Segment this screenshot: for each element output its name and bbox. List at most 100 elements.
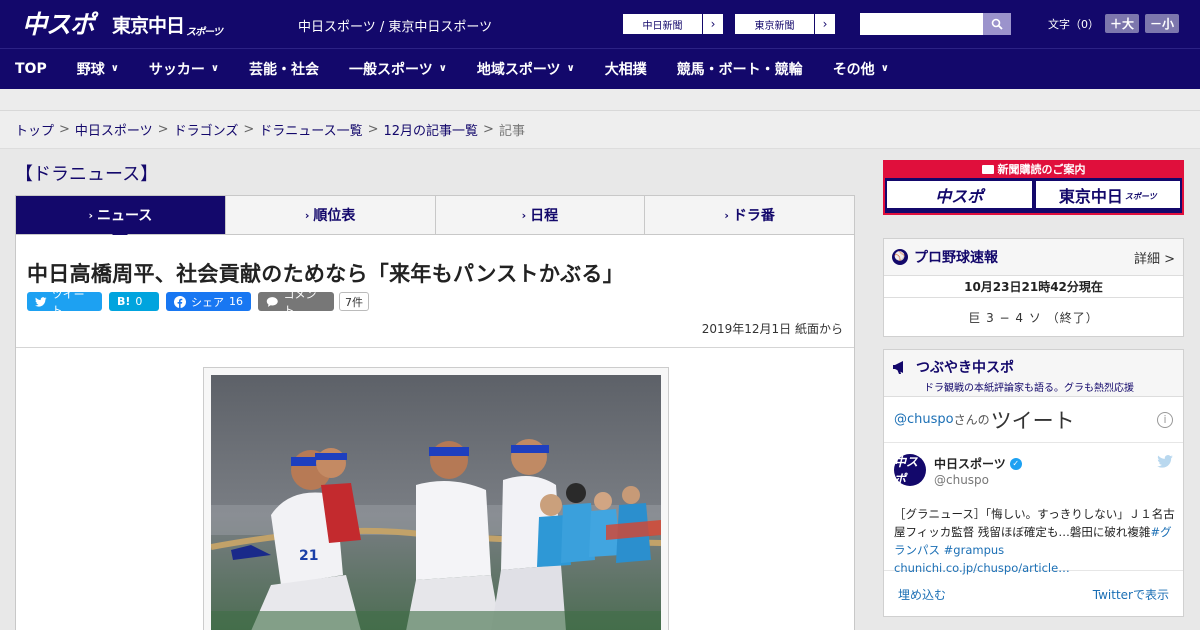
nav-item[interactable]: 野球 ∨: [62, 49, 134, 90]
tweet-author-row: 中日スポーツ ✓: [934, 455, 1022, 472]
font-larger-button[interactable]: ＋大: [1105, 14, 1140, 33]
baseball-updated-time: 10月23日21時42分現在: [884, 276, 1183, 298]
promo-header: 新聞購読のご案内: [885, 160, 1182, 178]
nav-item[interactable]: 一般スポーツ ∨: [334, 49, 462, 90]
tokyo-chunichi-logo[interactable]: 東京中日 スポーツ: [112, 10, 223, 38]
tsubuyaki-header: つぶやき中スポ ドラ観戦の本紙評論家も語る。グラも熱烈応援: [884, 350, 1183, 397]
subscription-promo[interactable]: 新聞購読のご案内 中スポ 東京中日 スポーツ: [883, 160, 1184, 215]
tweet-button[interactable]: ツイート: [27, 288, 102, 317]
article: 中日高橋周平、社会貢献のためなら「来年もパンストかぶる」 ツイート B! 0 シ…: [15, 235, 855, 630]
baseball-detail-link[interactable]: 詳細 >: [1134, 248, 1175, 267]
search-icon: [991, 18, 1003, 30]
nav-item[interactable]: サッカー ∨: [134, 49, 234, 90]
tab-0[interactable]: › ニュース: [16, 196, 226, 242]
nav-item[interactable]: 競馬・ボート・競輪: [662, 49, 818, 90]
comment-label: コメント: [283, 287, 317, 317]
site-header: 中スポ 東京中日 スポーツ 中日スポーツ / 東京中日スポーツ 中日新聞 › 東京…: [0, 0, 1200, 48]
chevron-right-icon: ›: [822, 17, 828, 31]
promo-tokyo-chunichi-text: 東京中日: [1058, 186, 1123, 206]
nav-item[interactable]: TOP: [0, 49, 62, 90]
info-icon[interactable]: i: [1157, 411, 1173, 428]
tokyo-chunichi-logo-small: スポーツ: [186, 27, 223, 38]
megaphone-icon: [893, 361, 903, 374]
twitter-widget: つぶやき中スポ ドラ観戦の本紙評論家も語る。グラも熱烈応援 @chuspo さん…: [883, 349, 1184, 617]
promo-tokyo-chunichi-small: スポーツ: [1124, 192, 1157, 201]
tab-label: ニュース: [96, 208, 153, 224]
ad-band: [0, 89, 1200, 111]
tab-3[interactable]: › ドラ番: [645, 196, 854, 234]
breadcrumb-link[interactable]: 12月の記事一覧: [384, 120, 479, 139]
tweet-author-handle[interactable]: @chuspo: [934, 473, 989, 487]
main-nav: TOP 野球 ∨ サッカー ∨ 芸能・社会 一般スポーツ ∨ 地域スポーツ ∨ 大相撲 競馬・ボート・…: [0, 48, 1200, 89]
divider: [16, 347, 854, 348]
search-input[interactable]: [860, 13, 983, 35]
article-date: 2019年12月1日 紙面から: [701, 322, 843, 336]
breadcrumb-link[interactable]: ドラゴンズ: [174, 120, 239, 139]
chunichi-shimbun-label: 中日新聞: [623, 14, 703, 34]
hatena-bookmark-button[interactable]: B! 0: [109, 292, 159, 311]
tweet-link[interactable]: chunichi.co.jp/chuspo/article…: [894, 561, 1070, 575]
promo-chuspo-logo[interactable]: 中スポ: [887, 181, 1032, 208]
nav-item-label: その他: [832, 62, 875, 78]
tab-label: 日程: [530, 208, 559, 224]
avatar[interactable]: 中スポ: [894, 454, 926, 486]
font-size-control: 文字（0） ＋大 －小: [1048, 14, 1180, 33]
nav-item[interactable]: 大相撲: [590, 49, 662, 90]
comment-bubble-icon: [266, 296, 278, 307]
timeline-handle-suffix: さんの: [953, 413, 990, 427]
chunichi-shimbun-link[interactable]: 中日新聞 ›: [622, 13, 724, 35]
site-names: 中日スポーツ / 東京中日スポーツ: [298, 20, 493, 35]
comment-count: 7件: [339, 292, 369, 311]
tsubuyaki-title-row: つぶやき中スポ: [893, 357, 1174, 377]
breadcrumb-separator: >: [367, 122, 379, 137]
twitter-bird-icon[interactable]: [1157, 455, 1173, 472]
font-smaller-button[interactable]: －小: [1145, 14, 1180, 33]
chevron-down-icon: ∨: [880, 62, 889, 74]
tweet-author-name[interactable]: 中日スポーツ: [934, 455, 1006, 472]
breadcrumb-link[interactable]: ドラニュース一覧: [259, 120, 362, 139]
chevron-down-icon: ∨: [210, 62, 219, 74]
tsubuyaki-subtitle: ドラ観戦の本紙評論家も語る。グラも熱烈応援: [924, 383, 1134, 394]
nav-item[interactable]: その他 ∨: [818, 49, 904, 90]
search-button[interactable]: [983, 13, 1011, 35]
chuspo-logo[interactable]: 中スポ: [22, 7, 95, 39]
breadcrumb-link[interactable]: トップ: [15, 120, 54, 139]
newspaper-icon: [981, 164, 994, 174]
nav-item[interactable]: 地域スポーツ ∨: [462, 49, 590, 90]
tab-2[interactable]: › 日程: [436, 196, 646, 234]
chevron-right-icon: ›: [724, 208, 729, 222]
nav-item[interactable]: 芸能・社会: [234, 49, 334, 90]
embed-link[interactable]: 埋め込む: [898, 586, 946, 603]
svg-text:21: 21: [299, 548, 318, 564]
timeline-footer: 埋め込む Twitterで表示: [884, 571, 1183, 617]
view-on-twitter-link[interactable]: Twitterで表示: [1093, 586, 1169, 603]
promo-tokyo-chunichi-logo[interactable]: 東京中日 スポーツ: [1035, 181, 1180, 208]
baseball-live-title: プロ野球速報: [914, 250, 998, 266]
search-box: [860, 13, 1011, 35]
breadcrumb: トップ > 中日スポーツ > ドラゴンズ > ドラニュース一覧 >12月の記事一覧 > 記事: [0, 111, 1200, 149]
nav-item-label: 野球: [76, 62, 105, 78]
chevron-right-icon: ›: [88, 208, 93, 222]
chevron-down-icon: ∨: [566, 62, 575, 74]
article-photo[interactable]: 21: [203, 367, 669, 630]
baseball-live-header: ⚾ プロ野球速報 詳細 >: [884, 239, 1183, 276]
breadcrumb-link[interactable]: 中日スポーツ: [75, 120, 153, 139]
comment-button[interactable]: コメント: [258, 288, 334, 317]
timeline-header: @chuspo さんの ツイート i: [884, 397, 1183, 443]
tweet-label: ツイート: [51, 287, 85, 317]
tweet-item[interactable]: 中スポ 中日スポーツ ✓ @chuspo ［グラニュース］「悔しい。すっきりしな…: [884, 443, 1183, 575]
breadcrumb-current: 記事: [498, 124, 525, 139]
timeline-handle[interactable]: @chuspo: [894, 412, 954, 427]
section-title: 【ドラニュース】: [15, 164, 159, 185]
chevron-right-icon: ›: [710, 17, 716, 31]
game-score[interactable]: 巨 3 − 4 ソ （終了）: [884, 298, 1183, 336]
baseball-live-box: ⚾ プロ野球速報 詳細 > 10月23日21時42分現在 巨 3 − 4 ソ （…: [883, 238, 1184, 337]
verified-badge-icon: ✓: [1009, 457, 1022, 470]
font-size-label: 文字（0）: [1048, 17, 1099, 31]
facebook-share-button[interactable]: シェア 16: [166, 292, 251, 311]
tab-1[interactable]: › 順位表: [226, 196, 436, 234]
nav-item-label: 大相撲: [604, 62, 647, 78]
timeline-title: ツイート: [990, 408, 1075, 433]
tokyo-shimbun-link[interactable]: 東京新聞 ›: [734, 13, 836, 35]
hatena-count: 0: [135, 295, 143, 308]
